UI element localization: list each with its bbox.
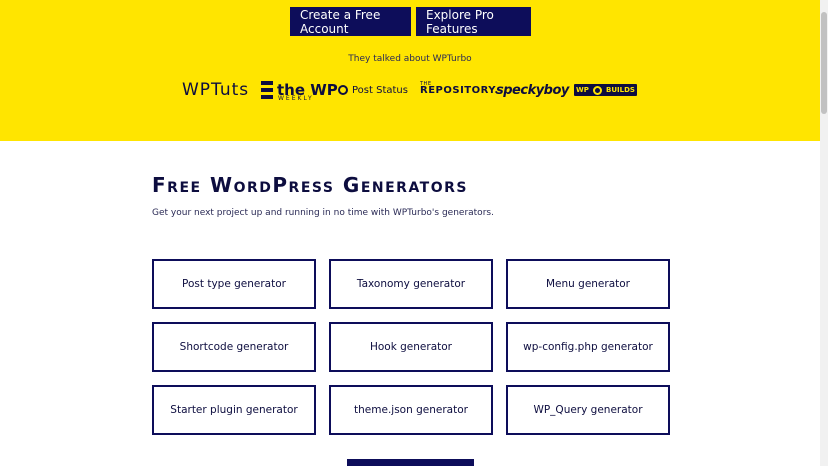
generator-card-shortcode[interactable]: Shortcode generator <box>152 322 316 372</box>
circle-icon <box>592 85 602 95</box>
generator-card-menu[interactable]: Menu generator <box>506 259 670 309</box>
wpbuilds-logo-right: BUILDS <box>606 86 635 94</box>
generator-card-wp-config[interactable]: wp-config.php generator <box>506 322 670 372</box>
generator-card-theme-json[interactable]: theme.json generator <box>329 385 493 435</box>
generator-card-wp-query[interactable]: WP_Query generator <box>506 385 670 435</box>
poststatus-logo[interactable]: Post Status <box>338 75 408 105</box>
speckyboy-logo[interactable]: speckyboy <box>496 75 569 105</box>
scrollbar-thumb[interactable] <box>821 12 827 114</box>
press-logos: WPTuts the WP WEEKLY Post Status THE REP… <box>0 75 820 105</box>
hero-banner: Create a Free Account Explore Pro Featur… <box>0 0 820 141</box>
explore-pro-button[interactable]: Explore Pro Features <box>416 7 531 36</box>
generator-card-post-type[interactable]: Post type generator <box>152 259 316 309</box>
poststatus-logo-text: Post Status <box>352 84 408 96</box>
wpbuilds-logo-left: WP <box>576 86 589 94</box>
generator-card-taxonomy[interactable]: Taxonomy generator <box>329 259 493 309</box>
theweekly-logo[interactable]: the WP WEEKLY <box>261 75 338 105</box>
wpbuilds-logo[interactable]: WP BUILDS <box>574 75 637 105</box>
repository-logo-the: THE <box>420 81 432 87</box>
wptuts-logo[interactable]: WPTuts <box>182 75 249 105</box>
generator-card-hook[interactable]: Hook generator <box>329 322 493 372</box>
bars-icon <box>261 81 273 99</box>
section-title: Free WordPress Generators <box>152 173 468 197</box>
poststatus-icon <box>338 85 348 95</box>
wpbuilds-pill: WP BUILDS <box>574 84 637 96</box>
repository-logo-text: REPOSITORY. <box>420 84 499 96</box>
generators-grid: Post type generator Taxonomy generator M… <box>152 259 670 435</box>
wptuts-logo-text: WPTuts <box>182 80 250 100</box>
generator-card-starter-plugin[interactable]: Starter plugin generator <box>152 385 316 435</box>
section-description: Get your next project up and running in … <box>152 208 494 218</box>
theweekly-logo-sub: WEEKLY <box>278 95 314 102</box>
repository-logo[interactable]: THE REPOSITORY. <box>420 75 499 105</box>
speckyboy-logo-text: speckyboy <box>496 82 569 98</box>
cta-row: Create a Free Account Explore Pro Featur… <box>290 7 531 36</box>
create-account-button[interactable]: Create a Free Account <box>290 7 411 36</box>
more-generators-button[interactable] <box>347 459 474 466</box>
talked-about-text: They talked about WPTurbo <box>348 54 472 64</box>
